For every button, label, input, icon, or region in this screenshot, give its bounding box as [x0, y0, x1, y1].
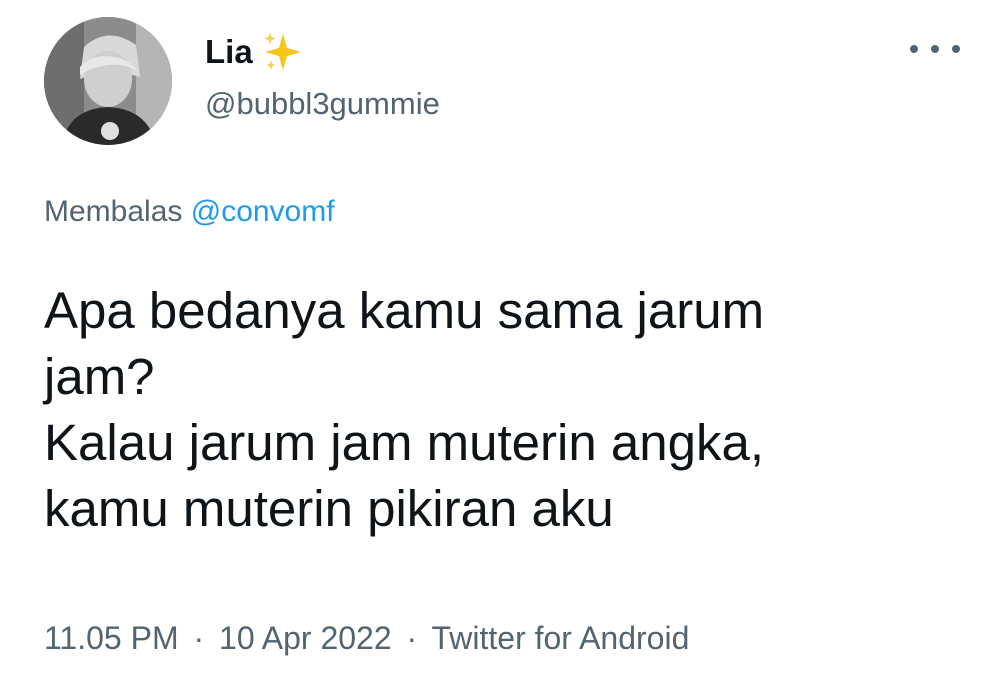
tweet-text-line: Apa bedanya kamu sama jarum	[44, 282, 765, 339]
dot-icon	[952, 45, 960, 53]
tweet-text-line: kamu muterin pikiran aku	[44, 480, 614, 537]
tweet-text-line: Kalau jarum jam muterin angka,	[44, 414, 765, 471]
tweet-text: Apa bedanya kamu sama jarum jam? Kalau j…	[44, 278, 964, 542]
more-options-icon[interactable]	[910, 34, 960, 64]
sparkles-icon	[261, 30, 305, 74]
reply-prefix: Membalas	[44, 195, 183, 228]
dot-icon	[931, 45, 939, 53]
dot-icon	[910, 45, 918, 53]
reply-context: Membalas @convomf	[44, 190, 335, 234]
avatar[interactable]	[44, 17, 172, 145]
reply-mention-link[interactable]: @convomf	[191, 195, 335, 228]
profile-photo-icon	[44, 17, 172, 145]
tweet-metadata: 11.05 PM · 10 Apr 2022 · Twitter for And…	[44, 614, 689, 662]
tweet-source-link[interactable]: Twitter for Android	[431, 620, 689, 656]
tweet-time[interactable]: 11.05 PM	[44, 620, 179, 656]
tweet-card: Lia @bubbl3gummie Membalas @convomf Apa …	[0, 0, 1000, 681]
meta-separator: ·	[193, 620, 205, 656]
display-name[interactable]: Lia	[205, 30, 253, 74]
author-row: Lia	[205, 30, 305, 74]
tweet-date[interactable]: 10 Apr 2022	[219, 620, 392, 656]
user-handle[interactable]: @bubbl3gummie	[205, 82, 440, 126]
meta-separator: ·	[406, 620, 418, 656]
tweet-text-line: jam?	[44, 348, 155, 405]
